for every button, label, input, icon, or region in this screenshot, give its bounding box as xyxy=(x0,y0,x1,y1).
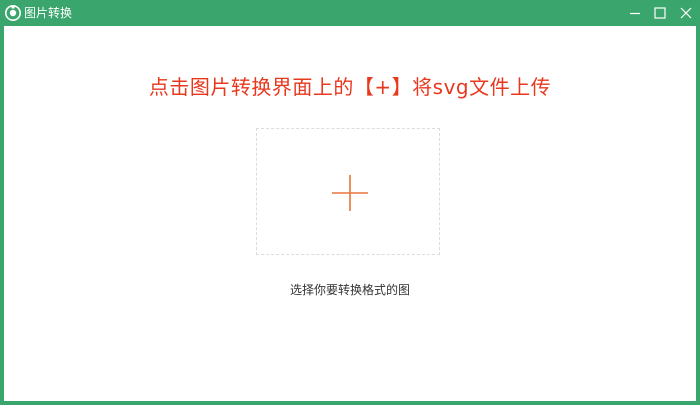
upload-dropzone[interactable] xyxy=(256,128,440,255)
plus-icon xyxy=(332,175,368,211)
upload-hint: 选择你要转换格式的图 xyxy=(289,283,410,297)
maximize-icon xyxy=(654,7,666,19)
minimize-button[interactable] xyxy=(626,4,644,22)
title-bar[interactable]: 图片转换 xyxy=(0,0,700,26)
minimize-icon xyxy=(630,12,640,15)
maximize-button[interactable] xyxy=(651,4,669,22)
close-icon xyxy=(680,7,692,19)
close-button[interactable] xyxy=(677,4,695,22)
main-content: 点击图片转换界面上的【+】将svg文件上传 选择你要转换格式的图 xyxy=(4,26,696,401)
app-window: 图片转换 点击图片转换界面上的【+】将svg文件上传 选择你要转换格式的图 xyxy=(0,0,700,405)
window-title: 图片转换 xyxy=(24,6,73,20)
app-logo-icon xyxy=(5,5,21,21)
instruction-heading: 点击图片转换界面上的【+】将svg文件上传 xyxy=(148,75,552,99)
